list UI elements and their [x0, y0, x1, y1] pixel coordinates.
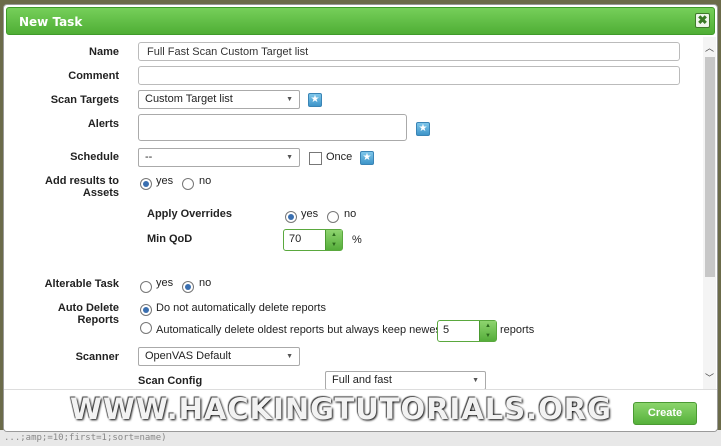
chevron-down-icon: ▼ — [472, 377, 479, 384]
auto-delete-label-line2: Reports — [77, 314, 119, 326]
scroll-down-icon[interactable]: ﹀ — [705, 371, 714, 384]
arrow-down-icon[interactable]: ▼ — [480, 331, 496, 341]
apply-overrides-yes-radio[interactable] — [285, 211, 297, 223]
add-results-yes-label: yes — [156, 175, 174, 187]
scan-targets-label: Scan Targets — [50, 94, 119, 106]
schedule-value: -- — [145, 151, 153, 163]
auto-delete-unit: reports — [500, 324, 535, 336]
watermark-text: WWW.HACKINGTUTORIALS.ORG — [70, 392, 612, 426]
auto-delete-stepper-buttons[interactable]: ▲ ▼ — [479, 321, 496, 341]
close-icon[interactable]: ✖ — [695, 13, 710, 28]
arrow-up-icon[interactable]: ▲ — [326, 230, 342, 240]
add-results-label-line2: Assets — [82, 187, 119, 199]
auto-delete-keep-radio[interactable] — [140, 322, 152, 334]
scanner-select[interactable]: OpenVAS Default ▼ — [138, 347, 300, 366]
chevron-down-icon: ▼ — [286, 154, 293, 161]
apply-overrides-yes-label: yes — [301, 208, 319, 220]
auto-delete-none-radio[interactable] — [140, 304, 152, 316]
alterable-no-label: no — [199, 277, 212, 289]
scan-config-label: Scan Config — [138, 375, 203, 387]
scanner-label: Scanner — [75, 351, 119, 363]
comment-label: Comment — [68, 70, 119, 82]
auto-delete-label-line1: Auto Delete — [57, 302, 119, 314]
dialog-content: Name Full Fast Scan Custom Target list C… — [4, 37, 704, 389]
min-qod-value: 70 — [289, 233, 302, 245]
auto-delete-keep-label: Automatically delete oldest reports but … — [156, 324, 444, 336]
name-input[interactable]: Full Fast Scan Custom Target list — [138, 42, 680, 61]
schedule-label: Schedule — [70, 151, 119, 163]
auto-delete-keep-stepper[interactable]: 5 ▲ ▼ — [437, 320, 497, 342]
content-scrollbar[interactable]: ︿ ﹀ — [703, 37, 716, 389]
min-qod-unit: % — [352, 234, 362, 246]
apply-overrides-label: Apply Overrides — [147, 208, 232, 220]
scan-config-select[interactable]: Full and fast ▼ — [325, 371, 486, 389]
scroll-up-icon[interactable]: ︿ — [705, 41, 714, 54]
background-url-strip: ...;amp;=10;first=1;sort=name) — [0, 430, 721, 446]
schedule-select[interactable]: -- ▼ — [138, 148, 300, 167]
auto-delete-keep-value: 5 — [443, 324, 450, 336]
min-qod-stepper[interactable]: 70 ▲ ▼ — [283, 229, 343, 251]
alterable-task-label: Alterable Task — [44, 278, 119, 290]
new-alert-star-icon[interactable]: ★ — [416, 122, 430, 136]
add-results-label-line1: Add results to — [45, 175, 119, 187]
arrow-up-icon[interactable]: ▲ — [480, 321, 496, 331]
scrollbar-thumb[interactable] — [705, 57, 715, 277]
auto-delete-none-label: Do not automatically delete reports — [156, 302, 326, 314]
chevron-down-icon: ▼ — [286, 96, 293, 103]
alerts-select[interactable] — [138, 114, 407, 141]
schedule-once-checkbox[interactable] — [309, 152, 322, 165]
add-results-no-label: no — [199, 175, 212, 187]
scan-config-value: Full and fast — [332, 374, 392, 386]
apply-overrides-no-label: no — [344, 208, 357, 220]
add-results-no-radio[interactable] — [182, 178, 194, 190]
alterable-yes-label: yes — [156, 277, 174, 289]
arrow-down-icon[interactable]: ▼ — [326, 240, 342, 250]
alerts-label: Alerts — [87, 118, 119, 130]
apply-overrides-no-radio[interactable] — [327, 211, 339, 223]
scanner-value: OpenVAS Default — [145, 350, 232, 362]
add-results-yes-radio[interactable] — [140, 178, 152, 190]
comment-input[interactable] — [138, 66, 680, 85]
min-qod-label: Min QoD — [147, 233, 193, 245]
dialog-titlebar[interactable]: New Task ✖ — [6, 7, 715, 35]
chevron-down-icon: ▼ — [286, 353, 293, 360]
alterable-yes-radio[interactable] — [140, 281, 152, 293]
new-schedule-star-icon[interactable]: ★ — [360, 151, 374, 165]
dialog-title: New Task — [19, 15, 83, 29]
schedule-once-label: Once — [326, 151, 353, 163]
name-label: Name — [89, 46, 119, 58]
scan-targets-value: Custom Target list — [145, 93, 233, 105]
create-button[interactable]: Create — [633, 402, 697, 425]
new-target-star-icon[interactable]: ★ — [308, 93, 322, 107]
min-qod-stepper-buttons[interactable]: ▲ ▼ — [325, 230, 342, 250]
new-task-dialog: New Task ✖ Name Full Fast Scan Custom Ta… — [3, 4, 718, 432]
scan-targets-select[interactable]: Custom Target list ▼ — [138, 90, 300, 109]
alterable-no-radio[interactable] — [182, 281, 194, 293]
